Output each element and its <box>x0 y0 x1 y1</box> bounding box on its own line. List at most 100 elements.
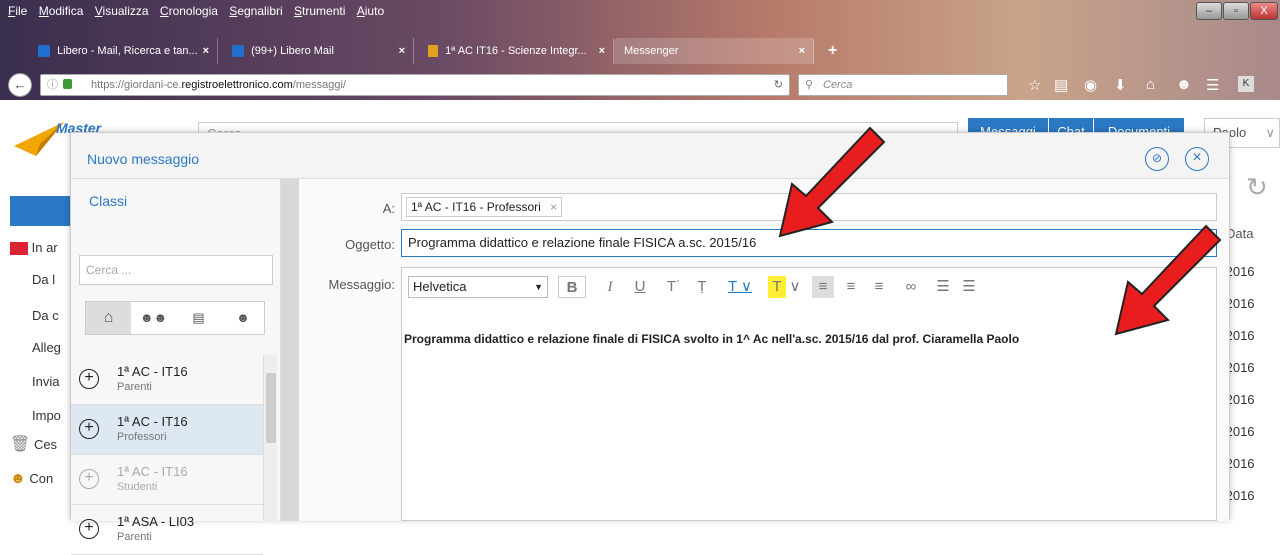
classes-title: Classi <box>89 193 128 209</box>
browser-search-input[interactable]: ⚲ Cerca <box>798 74 1008 96</box>
class-name: 1ª AC - IT16 <box>117 464 188 479</box>
underline-icon[interactable]: U <box>628 276 652 298</box>
align-center-icon[interactable]: ≡ <box>840 276 862 298</box>
new-message-dialog: Nuovo messaggio ⊘ × Classi Cerca ... ⌂ ☻… <box>70 132 1230 555</box>
libero-favicon-icon <box>38 45 50 58</box>
menu-strumenti[interactable]: Strumenti <box>294 0 345 22</box>
maximize-button[interactable]: ▫ <box>1223 2 1249 20</box>
list-item[interactable]: + 1ª AC - IT16 Parenti <box>71 355 263 405</box>
red-arrow-icon <box>1114 224 1222 336</box>
close-tab-icon[interactable]: × <box>599 38 605 64</box>
group-name: Studenti <box>117 481 158 493</box>
star-icon[interactable]: ☆ <box>1028 76 1041 94</box>
recipient-chip[interactable]: 1ª AC - IT16 - Professori × <box>406 197 563 217</box>
extension-icon[interactable]: K <box>1238 76 1254 92</box>
lock-icon <box>63 79 72 89</box>
url-domain: registroelettronico.com <box>181 79 293 91</box>
pocket-icon[interactable]: ◉ <box>1084 76 1097 94</box>
to-label: A: <box>382 201 395 216</box>
message-body[interactable]: Programma didattico e relazione finale d… <box>404 332 1019 346</box>
close-tab-icon[interactable]: × <box>203 38 209 64</box>
filter-tabs: ⌂ ☻☻ ▤ ☻ <box>85 301 265 335</box>
menu-modifica[interactable]: Modifica <box>39 0 84 22</box>
tab-messenger[interactable]: Messenger × <box>614 38 814 64</box>
close-window-button[interactable]: X <box>1250 2 1278 20</box>
info-icon: ⓘ <box>47 79 58 91</box>
menu-cronologia[interactable]: Cronologia <box>160 0 218 22</box>
bullet-list-icon[interactable]: ☰ <box>958 276 980 298</box>
sidebar-label: Con <box>29 471 54 486</box>
url-bar[interactable]: ⓘ https://giordani-ce.registroelettronic… <box>40 74 790 96</box>
class-name: 1ª AC - IT16 <box>117 414 188 429</box>
url-prefix: https://giordani-ce. <box>91 79 182 91</box>
add-icon[interactable]: + <box>79 419 99 439</box>
class-filter-icon[interactable]: ⌂ <box>86 302 131 334</box>
chevron-down-icon: ∨ <box>1265 125 1275 140</box>
reading-list-icon[interactable]: ▤ <box>1054 76 1068 94</box>
menu-icon[interactable]: ☰ <box>1206 76 1219 94</box>
pane-splitter[interactable] <box>281 179 299 521</box>
sidebar-label: Ces <box>33 437 58 452</box>
font-select[interactable]: Helvetica ▼ <box>408 276 548 298</box>
dialog-title: Nuovo messaggio <box>87 151 200 167</box>
sidebar-label: In ar <box>31 240 58 255</box>
remove-recipient-icon[interactable]: × <box>550 200 557 214</box>
browser-chrome: File Modifica Visualizza Cronologia Segn… <box>0 0 1280 100</box>
superscript-icon[interactable]: T˙ <box>662 276 686 298</box>
new-tab-button[interactable]: + <box>818 38 844 64</box>
navigation-bar: ← ⓘ https://giordani-ce.registroelettron… <box>0 70 1280 100</box>
message-editor: Helvetica ▼ B I U T˙ Ṭ T ∨ T ∨ ≡ ≡ ≡ ∞ … <box>401 267 1217 521</box>
menu-segnalibri[interactable]: Segnalibri <box>229 0 282 22</box>
group-name: Parenti <box>117 531 152 543</box>
trash-icon: 🗑 <box>10 436 31 453</box>
home-icon[interactable]: ⌂ <box>1146 76 1155 93</box>
list-scrollbar[interactable] <box>263 355 277 521</box>
link-icon[interactable]: ∞ <box>900 276 922 298</box>
person-filter-icon[interactable]: ☻ <box>221 302 265 334</box>
menu-file[interactable]: File <box>8 0 27 22</box>
url-path: /messaggi/ <box>292 79 346 91</box>
dialog-header: Nuovo messaggio ⊘ × <box>71 133 1229 179</box>
tab-label: (99+) Libero Mail <box>251 45 334 57</box>
tab-label: 1ª AC IT16 - Scienze Integr... <box>445 45 587 57</box>
download-icon[interactable]: ⬇ <box>1114 76 1127 94</box>
close-tab-icon[interactable]: × <box>799 38 805 64</box>
text-color-icon[interactable]: T ∨ <box>722 276 758 298</box>
discard-icon[interactable]: ⊘ <box>1145 147 1169 171</box>
align-left-icon[interactable]: ≡ <box>812 276 834 298</box>
add-icon[interactable]: + <box>79 469 99 489</box>
highlight-icon[interactable]: T <box>768 276 786 298</box>
tab-libero-mail[interactable]: Libero - Mail, Ricerca e tan... × <box>28 38 218 64</box>
add-icon[interactable]: + <box>79 519 99 539</box>
close-tab-icon[interactable]: × <box>399 38 405 64</box>
smiley-icon[interactable]: ☻ <box>1176 76 1192 93</box>
align-right-icon[interactable]: ≡ <box>868 276 890 298</box>
minimize-button[interactable]: – <box>1196 2 1222 20</box>
list-item[interactable]: + 1ª AC - IT16 Professori <box>71 405 263 455</box>
search-icon: ⚲ <box>805 79 814 91</box>
add-icon[interactable]: + <box>79 369 99 389</box>
refresh-icon[interactable]: ↻ <box>1246 172 1268 203</box>
back-button[interactable]: ← <box>8 73 32 97</box>
chevron-down-icon[interactable]: ∨ <box>788 276 802 298</box>
list-item[interactable]: + 1ª ASA - LI03 Parenti <box>71 505 263 555</box>
group-filter-icon[interactable]: ☻☻ <box>131 302 176 334</box>
italic-icon[interactable]: I <box>598 276 622 298</box>
menu-aiuto[interactable]: Aiuto <box>357 0 384 22</box>
class-name: 1ª AC - IT16 <box>117 364 188 379</box>
bold-icon[interactable]: B <box>558 276 586 298</box>
menu-visualizza[interactable]: Visualizza <box>95 0 149 22</box>
classes-search-input[interactable]: Cerca ... <box>79 255 273 285</box>
font-select-value: Helvetica <box>413 279 467 294</box>
list-item[interactable]: + 1ª AC - IT16 Studenti <box>71 455 263 505</box>
numbered-list-icon[interactable]: ☰ <box>932 276 954 298</box>
subscript-icon[interactable]: Ṭ <box>690 276 714 298</box>
scrollbar-thumb[interactable] <box>266 373 276 443</box>
reload-icon[interactable]: ↻ <box>774 75 783 95</box>
chevron-down-icon: ▼ <box>534 282 543 292</box>
close-icon[interactable]: × <box>1185 147 1209 171</box>
tab-scienze[interactable]: 1ª AC IT16 - Scienze Integr... × <box>418 38 614 64</box>
chat-filter-icon[interactable]: ▤ <box>176 302 221 334</box>
classes-pane: Classi Cerca ... ⌂ ☻☻ ▤ ☻ + 1ª AC - IT16… <box>71 179 281 555</box>
tab-libero-mail-2[interactable]: (99+) Libero Mail × <box>222 38 414 64</box>
